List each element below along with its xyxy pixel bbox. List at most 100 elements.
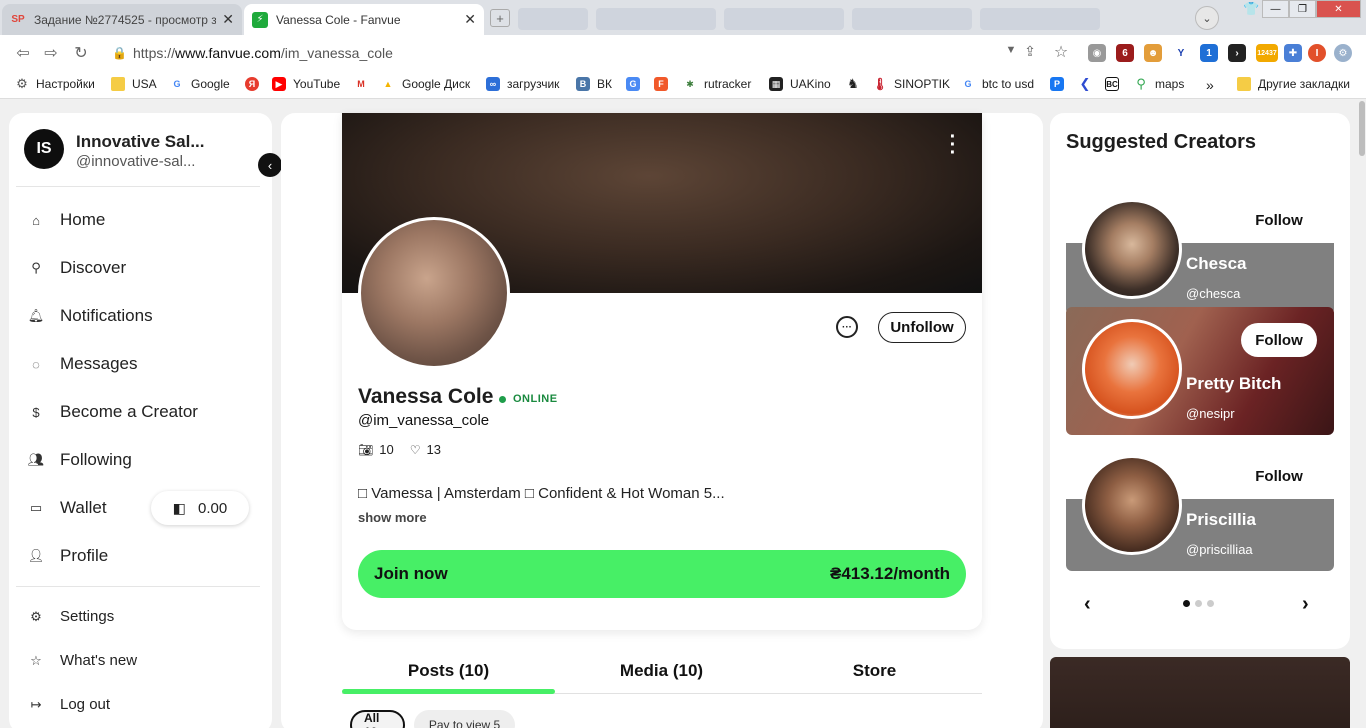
tab-store[interactable]: Store (768, 661, 981, 681)
bookmark-bc[interactable]: BC (1105, 77, 1126, 91)
bookmark-label: YouTube (293, 77, 341, 91)
y-extension-icon[interactable]: Y (1172, 44, 1190, 62)
bookmark-p[interactable]: P (1050, 77, 1071, 91)
close-tab-icon[interactable]: ✕ (222, 11, 234, 28)
nav-home[interactable]: ⌂ Home (27, 210, 105, 230)
collapse-sidebar-button[interactable]: ‹ (258, 153, 282, 177)
filter-pay-to-view[interactable]: Pay to view 5 (414, 710, 515, 728)
bookmark-settings[interactable]: ⚙ Настройки (15, 76, 95, 91)
follow-button[interactable]: Follow (1241, 459, 1317, 493)
menu-extension-icon[interactable]: ⚙ (1334, 44, 1352, 62)
face-extension-icon[interactable]: ☻ (1144, 44, 1162, 62)
minimize-button[interactable]: — (1262, 0, 1289, 18)
bookmark-translate[interactable]: G (626, 77, 647, 91)
carousel-prev-icon[interactable]: ‹ (1084, 593, 1091, 616)
background-tab[interactable] (852, 8, 972, 30)
follow-button[interactable]: Follow (1241, 203, 1317, 237)
carousel-dot[interactable] (1183, 600, 1190, 607)
shirt-icon[interactable]: 👕 (1238, 0, 1265, 18)
page-scrollbar[interactable] (1358, 99, 1366, 728)
profile-avatar[interactable] (358, 217, 510, 369)
bookmark-other[interactable]: Другие закладки (1237, 77, 1350, 91)
more-bookmarks-button[interactable]: » (1206, 77, 1214, 93)
bookmark-sinoptik[interactable]: 🌡 SINOPTIK (872, 77, 950, 91)
nav-whats-new[interactable]: ☆ What's new (27, 652, 137, 669)
nav-settings[interactable]: ⚙ Settings (27, 608, 114, 625)
unfollow-button[interactable]: Unfollow (878, 312, 966, 343)
address-bar[interactable]: https://www.fanvue.com/im_vanessa_cole (133, 45, 393, 61)
creator-card[interactable]: Follow Pretty Bitch @nesipr (1066, 307, 1334, 435)
bitcoin-extension-icon[interactable]: 12437 (1256, 44, 1278, 62)
carousel-next-icon[interactable]: › (1302, 593, 1309, 616)
carousel-dot[interactable] (1195, 600, 1202, 607)
bookmark-vk[interactable]: В ВК (576, 77, 612, 91)
account-avatar[interactable]: IS (24, 129, 64, 169)
tab-posts[interactable]: Posts (10) (342, 661, 555, 681)
carousel-dot[interactable] (1207, 600, 1214, 607)
new-tab-button[interactable]: + (490, 9, 510, 27)
join-subscribe-button[interactable]: Join now ₴413.12/month (358, 550, 966, 598)
profile-avatar-icon[interactable]: I (1308, 44, 1326, 62)
nav-profile[interactable]: 👤︎ Profile (27, 546, 108, 566)
nav-notifications[interactable]: 🔔︎ Notifications (27, 306, 153, 326)
nav-wallet[interactable]: ▭ Wallet (27, 498, 107, 518)
globe-extension-icon[interactable]: ◉ (1088, 44, 1106, 62)
bookmark-loader[interactable]: ∞ загрузчик (486, 77, 559, 91)
bookmark-uakino[interactable]: ▦ UAKino (769, 77, 831, 91)
creator-avatar[interactable] (1082, 319, 1182, 419)
nav-logout[interactable]: ↦ Log out (27, 696, 111, 713)
bookmark-chevron[interactable]: ❮ (1078, 76, 1099, 91)
more-options-icon[interactable]: · · · (946, 127, 960, 163)
nav-messages[interactable]: ◌ Messages (27, 354, 137, 374)
filter-all[interactable]: All 10 (350, 710, 405, 728)
back-button[interactable]: ⇦ (12, 43, 34, 63)
tab-search-icon[interactable]: ⌄ (1195, 6, 1219, 30)
background-tab[interactable] (596, 8, 716, 30)
nav-become-creator[interactable]: $ Become a Creator (27, 402, 198, 422)
nav-following[interactable]: 👥︎ Following (27, 450, 132, 470)
background-tab[interactable] (518, 8, 588, 30)
bookmark-usa[interactable]: USA (111, 77, 157, 91)
bookmark-youtube[interactable]: ▶ YouTube (272, 77, 340, 91)
terminal-extension-icon[interactable]: › (1228, 44, 1246, 62)
ublock-extension-icon[interactable]: 6 (1116, 44, 1134, 62)
creator-avatar[interactable] (1082, 199, 1182, 299)
bookmark-rutracker[interactable]: ✱ rutracker (683, 77, 751, 91)
maximize-button[interactable]: ❐ (1289, 0, 1316, 18)
share-icon[interactable]: ⇪ (1019, 43, 1041, 60)
promo-image[interactable] (1050, 657, 1350, 728)
close-tab-icon[interactable]: ✕ (464, 11, 476, 28)
follow-button[interactable]: Follow (1241, 323, 1317, 357)
browser-tab-2[interactable]: ⚡ Vanessa Cole - Fanvue ✕ (244, 4, 484, 35)
bookmark-knight[interactable]: ♞ (846, 76, 867, 91)
reload-button[interactable]: ↻ (70, 43, 92, 63)
lock-icon[interactable]: 🔒 (112, 46, 127, 60)
creator-card[interactable]: Follow Chesca @chesca (1066, 187, 1334, 315)
background-tab[interactable] (724, 8, 844, 30)
bookmark-maps[interactable]: ⚲ maps (1134, 76, 1184, 91)
browser-tab-1[interactable]: SP Задание №2774525 - просмотр з ✕ (2, 4, 242, 35)
puzzle-extension-icon[interactable]: ✚ (1284, 44, 1302, 62)
blue-extension-icon[interactable]: 1 (1200, 44, 1218, 62)
message-button[interactable]: ··· (836, 316, 858, 338)
tab-media[interactable]: Media (10) (555, 661, 768, 681)
bookmark-yandex[interactable]: Я (245, 77, 266, 91)
gmail-icon: M (357, 79, 365, 89)
page-content: IS Innovative Sal... @innovative-sal... … (0, 99, 1366, 728)
close-window-button[interactable]: ✕ (1316, 0, 1361, 18)
background-tab[interactable] (980, 8, 1100, 30)
creator-card[interactable]: Follow Priscillia @priscilliaa (1066, 443, 1334, 571)
star-bookmark-icon[interactable]: ☆ (1050, 42, 1072, 62)
bookmark-f[interactable]: F (654, 77, 675, 91)
bookmark-btc-to-usd[interactable]: Gbtc to usd (961, 77, 1034, 91)
bookmark-google-drive[interactable]: ▲ Google Диск (381, 77, 471, 91)
creator-avatar[interactable] (1082, 455, 1182, 555)
forward-button[interactable]: ⇨ (40, 43, 62, 63)
google-icon: G (173, 79, 181, 89)
bookmark-gmail[interactable]: M (354, 77, 375, 91)
bookmark-google[interactable]: G Google (170, 77, 229, 91)
wallet-balance[interactable]: ◧ 0.00 (151, 491, 249, 525)
show-more-link[interactable]: show more (358, 510, 427, 525)
scrollbar-thumb[interactable] (1359, 101, 1365, 156)
nav-discover[interactable]: ⚲ Discover (27, 258, 126, 278)
